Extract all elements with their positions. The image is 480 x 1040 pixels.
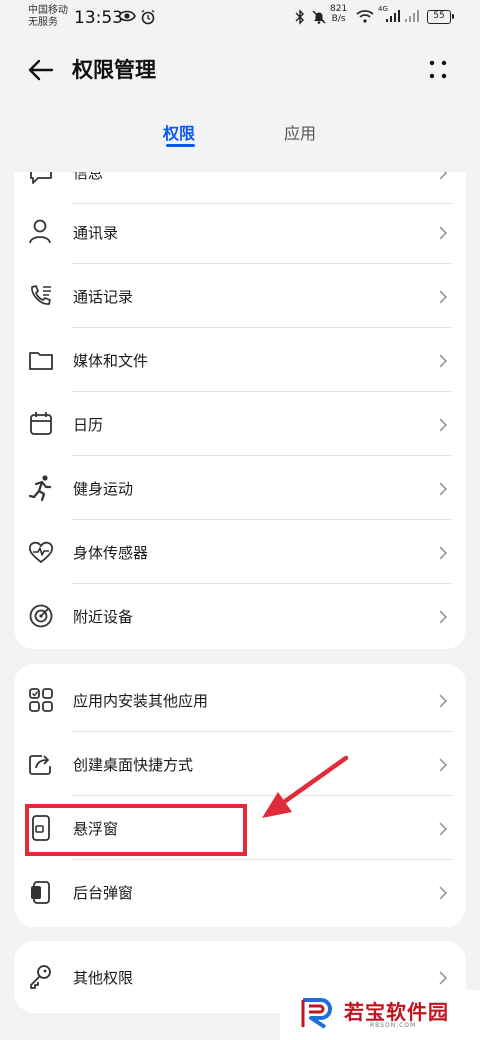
chevron-right-icon (439, 822, 448, 836)
list-item-label: 身体传感器 (73, 544, 149, 562)
back-arrow-icon (28, 59, 54, 81)
list-item-label: 通话记录 (73, 288, 134, 306)
chevron-right-icon (439, 758, 448, 772)
heart-rate-icon (28, 541, 54, 563)
mute-bell-icon (311, 9, 327, 28)
carrier-name: 中国移动 (28, 5, 68, 16)
wifi-icon (356, 9, 374, 26)
folder-icon (29, 352, 53, 370)
list-item-label: 后台弹窗 (73, 884, 134, 902)
list-item-media-files[interactable]: 媒体和文件 (14, 328, 466, 392)
clock: 13:53 (74, 8, 123, 28)
chevron-right-icon (439, 226, 448, 240)
page-title: 权限管理 (72, 58, 156, 82)
tab-permissions[interactable]: 权限 (163, 120, 195, 144)
signal-icon (385, 9, 401, 26)
chevron-right-icon (439, 418, 448, 432)
chevron-right-icon (439, 290, 448, 304)
list-item-nearby-devices[interactable]: 附近设备 (14, 584, 466, 648)
more-dots-icon (429, 60, 447, 79)
tab-apps[interactable]: 应用 (284, 120, 316, 144)
list-item-create-shortcut[interactable]: 创建桌面快捷方式 (14, 732, 466, 796)
app-grid-icon (29, 688, 53, 712)
contacts-icon (29, 219, 51, 244)
special-permissions-card: 应用内安装其他应用 创建桌面快捷方式 悬浮窗 后台弹窗 (14, 664, 466, 927)
tab-active-indicator (166, 144, 195, 147)
back-button[interactable] (22, 52, 58, 88)
watermark-name: 若宝软件园 (344, 1000, 449, 1024)
status-bar: 中国移动 无服务 13:53 821 B/s 4G 55 (0, 0, 480, 36)
chevron-right-icon (439, 971, 448, 985)
chevron-right-icon (439, 482, 448, 496)
background-popup-icon (31, 881, 50, 904)
call-log-icon (31, 285, 51, 305)
service-status: 无服务 (28, 17, 58, 28)
network-speed: 821 B/s (330, 4, 347, 24)
permissions-card: 信息 通讯录 通话记录 媒体和文件 日历 健身运动 身体传感器 附近设备 (14, 172, 466, 649)
net-speed-value: 821 (330, 4, 348, 14)
list-item-label: 其他权限 (73, 969, 134, 987)
key-icon (30, 965, 51, 989)
list-item-label: 日历 (73, 416, 104, 434)
chevron-right-icon (439, 354, 448, 368)
eye-icon (118, 9, 136, 26)
list-item-body-sensors[interactable]: 身体传感器 (14, 520, 466, 584)
list-item-install-apps[interactable]: 应用内安装其他应用 (14, 668, 466, 732)
battery-indicator: 55 (427, 10, 454, 24)
chevron-right-icon (439, 694, 448, 708)
list-item-label: 创建桌面快捷方式 (73, 756, 194, 774)
list-item-background-popup[interactable]: 后台弹窗 (14, 860, 466, 924)
message-icon (30, 172, 52, 184)
watermark-logo-icon (301, 998, 332, 1029)
list-item-call-log[interactable]: 通话记录 (14, 264, 466, 328)
chevron-right-icon (439, 546, 448, 560)
list-item-label: 通讯录 (73, 224, 119, 242)
list-item-calendar[interactable]: 日历 (14, 392, 466, 456)
list-item-label: 附近设备 (73, 608, 134, 626)
bluetooth-icon (295, 9, 305, 28)
chevron-right-icon (439, 172, 448, 180)
no-sim-signal-icon (404, 9, 420, 26)
alarm-icon (140, 9, 156, 28)
carrier-info: 中国移动 无服务 (28, 5, 68, 29)
list-item-label: 媒体和文件 (73, 352, 149, 370)
running-icon (28, 475, 52, 502)
list-item-label: 应用内安装其他应用 (73, 692, 209, 710)
radar-icon (29, 604, 53, 628)
shortcut-icon (29, 755, 51, 775)
calendar-icon (30, 412, 52, 435)
list-item-label: 健身运动 (73, 480, 134, 498)
net-speed-unit: B/s (331, 14, 346, 24)
list-item-contacts[interactable]: 通讯录 (14, 200, 466, 264)
more-options-button[interactable] (420, 54, 456, 86)
chevron-right-icon (439, 610, 448, 624)
chevron-right-icon (439, 886, 448, 900)
watermark: 若宝软件园 RBSON.COM (280, 990, 480, 1040)
watermark-url: RBSON.COM (370, 1022, 417, 1029)
list-item-label: 信息 (73, 172, 104, 182)
highlight-box (25, 804, 247, 856)
list-item-fitness[interactable]: 健身运动 (14, 456, 466, 520)
